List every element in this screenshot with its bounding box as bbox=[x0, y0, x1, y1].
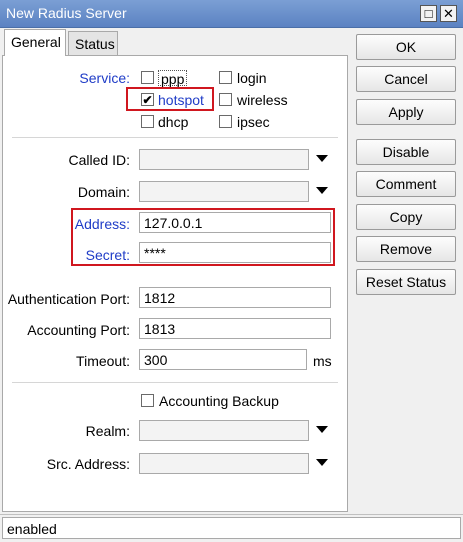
secret-label: Secret: bbox=[85, 247, 130, 263]
auth-port-field[interactable]: 1812 bbox=[139, 287, 331, 308]
maximize-icon[interactable]: □ bbox=[420, 5, 437, 22]
reset-status-button[interactable]: Reset Status bbox=[356, 269, 456, 295]
secret-field[interactable]: **** bbox=[139, 242, 331, 263]
address-label: Address: bbox=[74, 216, 130, 232]
called-id-field[interactable] bbox=[139, 149, 309, 170]
ok-button[interactable]: OK bbox=[356, 34, 456, 60]
src-address-dropdown-icon[interactable] bbox=[316, 459, 328, 466]
remove-button[interactable]: Remove bbox=[356, 236, 456, 262]
login-label: login bbox=[237, 70, 267, 86]
hotspot-label: hotspot bbox=[158, 92, 204, 108]
timeout-unit: ms bbox=[313, 353, 332, 369]
acct-port-field[interactable]: 1813 bbox=[139, 318, 331, 339]
login-checkbox[interactable] bbox=[219, 71, 232, 84]
window-title: New Radius Server bbox=[6, 5, 127, 21]
called-id-dropdown-icon[interactable] bbox=[316, 155, 328, 162]
realm-field[interactable] bbox=[139, 420, 309, 441]
timeout-field[interactable]: 300 bbox=[139, 349, 307, 370]
domain-label: Domain: bbox=[77, 184, 130, 200]
dhcp-label: dhcp bbox=[158, 114, 189, 130]
apply-button[interactable]: Apply bbox=[356, 99, 456, 125]
wireless-checkbox[interactable] bbox=[219, 93, 232, 106]
status-bar: enabled bbox=[2, 517, 461, 539]
comment-button[interactable]: Comment bbox=[356, 171, 456, 197]
close-icon[interactable]: ✕ bbox=[440, 5, 457, 22]
status-separator bbox=[0, 514, 463, 515]
ipsec-checkbox[interactable] bbox=[219, 115, 232, 128]
hotspot-checkbox[interactable]: ✔ bbox=[141, 93, 154, 106]
src-address-label: Src. Address: bbox=[46, 456, 130, 472]
timeout-label: Timeout: bbox=[76, 353, 130, 369]
ipsec-label: ipsec bbox=[237, 114, 270, 130]
dhcp-checkbox[interactable] bbox=[141, 115, 154, 128]
ppp-label: ppp bbox=[158, 70, 188, 87]
accounting-backup-checkbox[interactable] bbox=[141, 394, 154, 407]
separator bbox=[12, 382, 338, 383]
separator bbox=[12, 137, 338, 138]
disable-button[interactable]: Disable bbox=[356, 139, 456, 165]
domain-dropdown-icon[interactable] bbox=[316, 187, 328, 194]
address-field[interactable]: 127.0.0.1 bbox=[139, 212, 331, 233]
tab-status[interactable]: Status bbox=[68, 31, 118, 55]
copy-button[interactable]: Copy bbox=[356, 204, 456, 230]
realm-label: Realm: bbox=[85, 423, 130, 439]
auth-port-label: Authentication Port: bbox=[7, 291, 130, 307]
ppp-checkbox[interactable] bbox=[141, 71, 154, 84]
tab-general[interactable]: General bbox=[4, 29, 66, 56]
acct-port-label: Accounting Port: bbox=[27, 322, 130, 338]
cancel-button[interactable]: Cancel bbox=[356, 66, 456, 92]
called-id-label: Called ID: bbox=[68, 152, 130, 168]
domain-field[interactable] bbox=[139, 181, 309, 202]
src-address-field[interactable] bbox=[139, 453, 309, 474]
accounting-backup-label: Accounting Backup bbox=[159, 393, 279, 409]
service-label: Service: bbox=[79, 70, 130, 86]
realm-dropdown-icon[interactable] bbox=[316, 426, 328, 433]
wireless-label: wireless bbox=[237, 92, 288, 108]
